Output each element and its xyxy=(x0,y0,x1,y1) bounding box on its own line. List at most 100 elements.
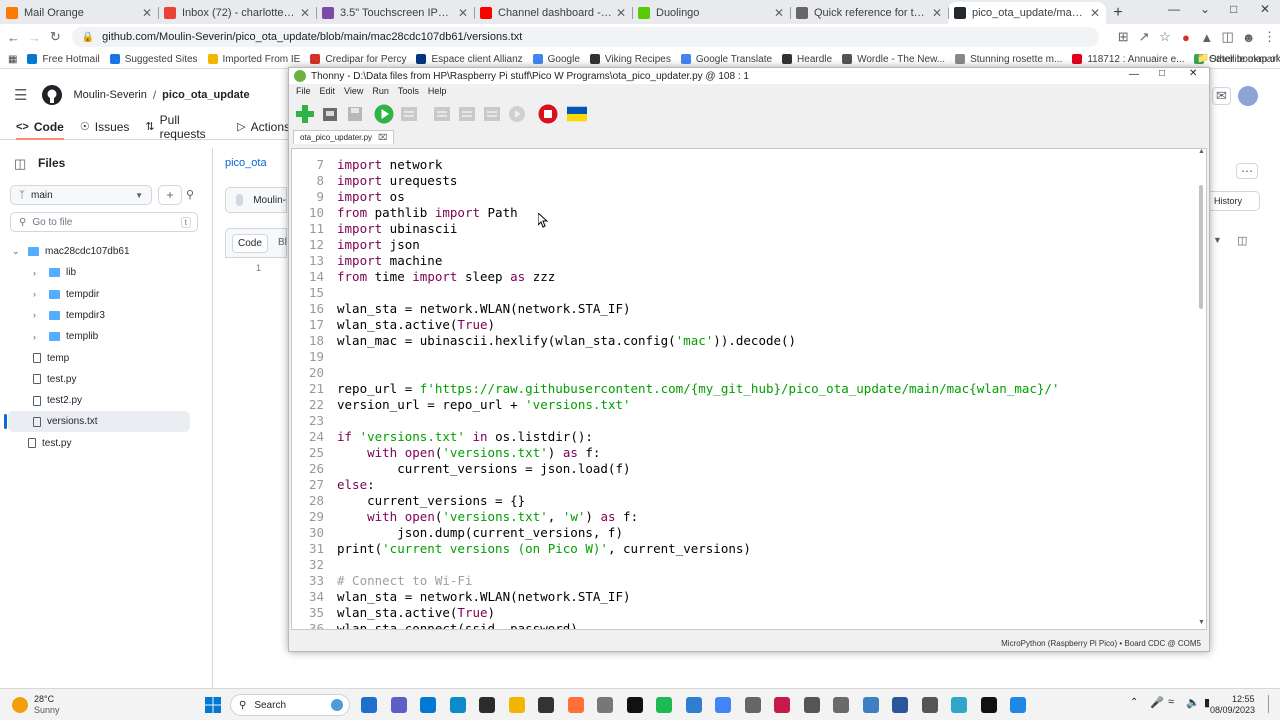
code-line[interactable]: 25 with open('versions.txt') as f: xyxy=(292,445,601,461)
chevron-right-icon[interactable]: › xyxy=(33,268,43,278)
close-tab-icon[interactable]: ✕ xyxy=(774,6,784,20)
inbox-icon[interactable]: ✉ xyxy=(1212,87,1231,105)
tab-pull-requests[interactable]: ⇅ Pull requests xyxy=(145,113,221,141)
photos-icon[interactable] xyxy=(685,697,702,713)
code-line[interactable]: 33 # Connect to Wi-Fi xyxy=(292,573,473,589)
notes-icon[interactable] xyxy=(1010,697,1026,713)
close-tab-icon[interactable]: ✕ xyxy=(458,6,468,20)
bookmark-item[interactable]: Free Hotmail xyxy=(27,54,100,65)
chevron-right-icon[interactable]: › xyxy=(33,289,43,299)
commit-author[interactable]: Moulin- xyxy=(253,195,286,206)
run-button[interactable] xyxy=(374,104,394,124)
chat-icon[interactable] xyxy=(390,697,407,713)
code-line[interactable]: 12 import json xyxy=(292,237,420,253)
close-tab-icon[interactable]: ✕ xyxy=(616,6,626,20)
code-line[interactable]: 10 from pathlib import Path xyxy=(292,205,518,221)
extensions-puzzle-icon[interactable]: ▲ xyxy=(1196,30,1217,45)
add-file-button[interactable]: + xyxy=(158,185,182,205)
code-line[interactable]: 14 from time import sleep as zzz xyxy=(292,269,555,285)
hamburger-menu-icon[interactable]: ☰ xyxy=(14,86,27,104)
bookmark-item[interactable]: Heardle xyxy=(782,54,832,65)
weather-temp[interactable]: 28°C xyxy=(34,694,54,704)
spotify-icon[interactable] xyxy=(656,697,672,713)
open-file-button[interactable] xyxy=(320,104,340,124)
back-icon[interactable]: ← xyxy=(3,30,24,45)
new-tab-button[interactable]: + xyxy=(1106,2,1130,24)
resume-button[interactable] xyxy=(507,104,527,124)
code-line[interactable]: 24 if 'versions.txt' in os.listdir(): xyxy=(292,429,593,445)
code-line[interactable]: 34 wlan_sta = network.WLAN(network.STA_IF… xyxy=(292,589,631,605)
browser-tab[interactable]: Channel dashboard - YouTube S ✕ xyxy=(474,2,632,24)
code-line[interactable]: 15 xyxy=(292,285,324,301)
menu-file[interactable]: File xyxy=(296,86,311,96)
tab-issues[interactable]: ☉ Issues xyxy=(80,120,130,134)
code-line[interactable]: 26 current_versions = json.load(f) xyxy=(292,461,631,477)
code-line[interactable]: 35 wlan_sta.active(True) xyxy=(292,605,495,621)
menu-view[interactable]: View xyxy=(344,86,363,96)
settings-icon[interactable] xyxy=(744,697,761,713)
tree-file[interactable]: test.py xyxy=(28,433,71,454)
go-to-file-input[interactable]: ⚲ Go to file t xyxy=(10,212,198,232)
app-icon[interactable] xyxy=(538,697,554,713)
widgets-icon[interactable] xyxy=(361,697,377,713)
bookmark-item[interactable]: Google Translate xyxy=(680,54,772,65)
pi-imager-icon[interactable] xyxy=(803,697,820,713)
close-tab-icon[interactable]: ⌧ xyxy=(378,133,387,142)
share-icon[interactable]: ↗ xyxy=(1134,29,1155,45)
camera-icon[interactable] xyxy=(921,697,938,713)
tree-folder[interactable]: › templib xyxy=(33,326,98,347)
bookmark-item[interactable]: Imported From IE xyxy=(207,54,300,65)
close-window-icon[interactable]: ✕ xyxy=(1260,2,1270,16)
vertical-scrollbar[interactable]: ▲ ▼ xyxy=(1198,149,1205,627)
code-line[interactable]: 11 import ubinascii xyxy=(292,221,457,237)
code-editor[interactable]: 7 import network 8 import urequests 9 import … xyxy=(291,148,1207,630)
minimize-icon[interactable]: — xyxy=(1129,69,1139,80)
maximize-icon[interactable]: □ xyxy=(1159,68,1165,79)
tree-folder[interactable]: › tempdir3 xyxy=(33,305,105,326)
app-window-icon[interactable] xyxy=(862,697,879,713)
browser-tab[interactable]: 3.5" Touchscreen IPS LCD Displ ✕ xyxy=(316,2,474,24)
history-button[interactable]: History xyxy=(1210,191,1260,211)
tree-file[interactable]: test.py xyxy=(33,369,76,390)
code-line[interactable]: 19 xyxy=(292,349,324,365)
code-line[interactable]: 17 wlan_sta.active(True) xyxy=(292,317,495,333)
tree-file[interactable]: versions.txt xyxy=(33,411,98,432)
wifi-icon[interactable]: ≈ xyxy=(1168,696,1174,708)
sun-weather-icon[interactable] xyxy=(12,697,28,713)
blame-view-tab[interactable]: Bl xyxy=(278,237,287,248)
code-line[interactable]: 13 import machine xyxy=(292,253,442,269)
interpreter-status[interactable]: MicroPython (Raspberry Pi Pico) • Board … xyxy=(1001,639,1201,648)
tree-folder[interactable]: ⌄ mac28cdc107db61 xyxy=(12,241,130,262)
bookmark-item[interactable]: Google xyxy=(532,54,580,65)
extension-red-icon[interactable]: ● xyxy=(1175,30,1196,45)
step-out-button[interactable] xyxy=(482,104,502,124)
raspberry-pi-icon[interactable] xyxy=(774,697,790,713)
more-options-icon[interactable]: ⋯ xyxy=(1236,163,1258,179)
install-app-icon[interactable]: ⊞ xyxy=(1113,29,1134,45)
show-hidden-icons[interactable]: ⌃ xyxy=(1130,697,1138,708)
browser-tab[interactable]: Mail Orange ✕ xyxy=(0,2,158,24)
volume-icon[interactable]: 🔈 xyxy=(1186,696,1200,709)
bookmark-star-icon[interactable]: ☆ xyxy=(1155,29,1176,45)
menu-help[interactable]: Help xyxy=(428,86,447,96)
bookmark-item[interactable]: Suggested Sites xyxy=(109,54,198,65)
apps-grid-icon[interactable]: ▦ xyxy=(8,54,17,65)
other-bookmarks-link[interactable]: Other bookmarks xyxy=(1209,54,1280,65)
menu-edit[interactable]: Edit xyxy=(320,86,336,96)
code-line[interactable]: 21 repo_url = f'https://raw.githubusercon… xyxy=(292,381,1060,397)
bookmark-item[interactable]: Wordle - The New... xyxy=(842,54,945,65)
menu-run[interactable]: Run xyxy=(372,86,389,96)
chevron-right-icon[interactable]: › xyxy=(33,332,43,342)
code-line[interactable]: 7 import network xyxy=(292,157,442,173)
step-over-button[interactable] xyxy=(432,104,452,124)
code-line[interactable]: 23 xyxy=(292,413,324,429)
ukraine-flag-button[interactable] xyxy=(567,104,587,124)
close-tab-icon[interactable]: ✕ xyxy=(300,6,310,20)
word-icon[interactable] xyxy=(892,697,908,713)
code-view-tab[interactable]: Code xyxy=(232,234,268,253)
forward-icon[interactable]: → xyxy=(24,30,45,45)
new-file-button[interactable] xyxy=(295,104,315,124)
thonny-taskbar-icon[interactable] xyxy=(833,697,849,713)
user-avatar-icon[interactable] xyxy=(1238,86,1258,106)
browser-tab[interactable]: Duolingo ✕ xyxy=(632,2,790,24)
